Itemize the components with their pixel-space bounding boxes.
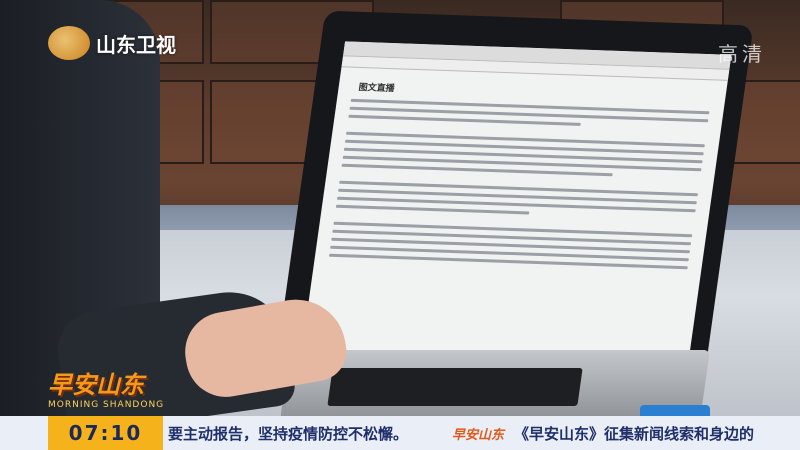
- laptop-screen: 图文直播: [300, 41, 732, 373]
- channel-logo-icon: [48, 26, 90, 60]
- document-text-line: [339, 180, 699, 197]
- document-text-line: [335, 204, 530, 215]
- ticker-brand-logo: 早安山东: [452, 427, 505, 443]
- channel-logo-text: 山东卫视: [96, 32, 176, 57]
- channel-logo: 山东卫视: [48, 26, 176, 60]
- clock: 07:10: [48, 416, 163, 450]
- hd-badge: 高清: [718, 42, 766, 66]
- program-logo: 早安山东 MORNING SHANDONG: [48, 365, 168, 415]
- laptop-keyboard[interactable]: [327, 368, 583, 406]
- ticker-text: 要主动报告，坚持疫情防控不松懈。 早安山东 《早安山东》征集新闻线索和身边的: [168, 416, 754, 450]
- ticker-message: 要主动报告，坚持疫情防控不松懈。: [168, 424, 409, 443]
- news-ticker: 07:10 要主动报告，坚持疫情防控不松懈。 早安山东 《早安山东》征集新闻线索…: [0, 416, 800, 450]
- program-logo-en: MORNING SHANDONG: [48, 400, 165, 410]
- document-text-line: [333, 221, 693, 238]
- program-logo-cn: 早安山东: [48, 371, 144, 399]
- ticker-promo: 《早安山东》征集新闻线索和身边的: [514, 424, 755, 443]
- document-text-line: [346, 131, 705, 148]
